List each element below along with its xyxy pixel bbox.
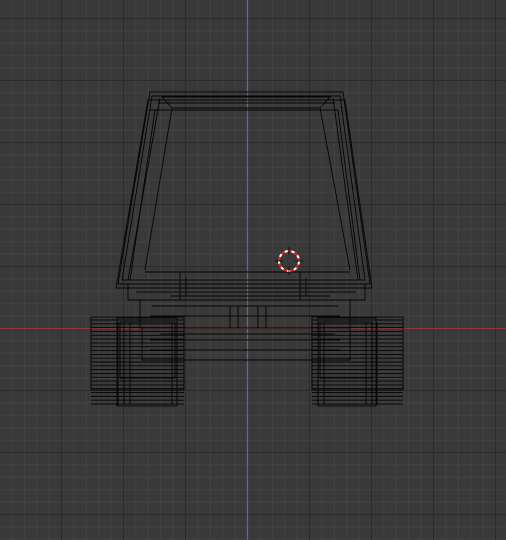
viewport-canvas[interactable] bbox=[0, 0, 506, 540]
mesh-cabin bbox=[115, 91, 373, 289]
3d-cursor-icon[interactable] bbox=[275, 247, 303, 275]
mesh-left-track bbox=[90, 316, 185, 407]
3d-viewport[interactable] bbox=[0, 0, 506, 540]
mesh-right-track bbox=[311, 316, 404, 407]
grid-major-lines bbox=[0, 0, 506, 540]
